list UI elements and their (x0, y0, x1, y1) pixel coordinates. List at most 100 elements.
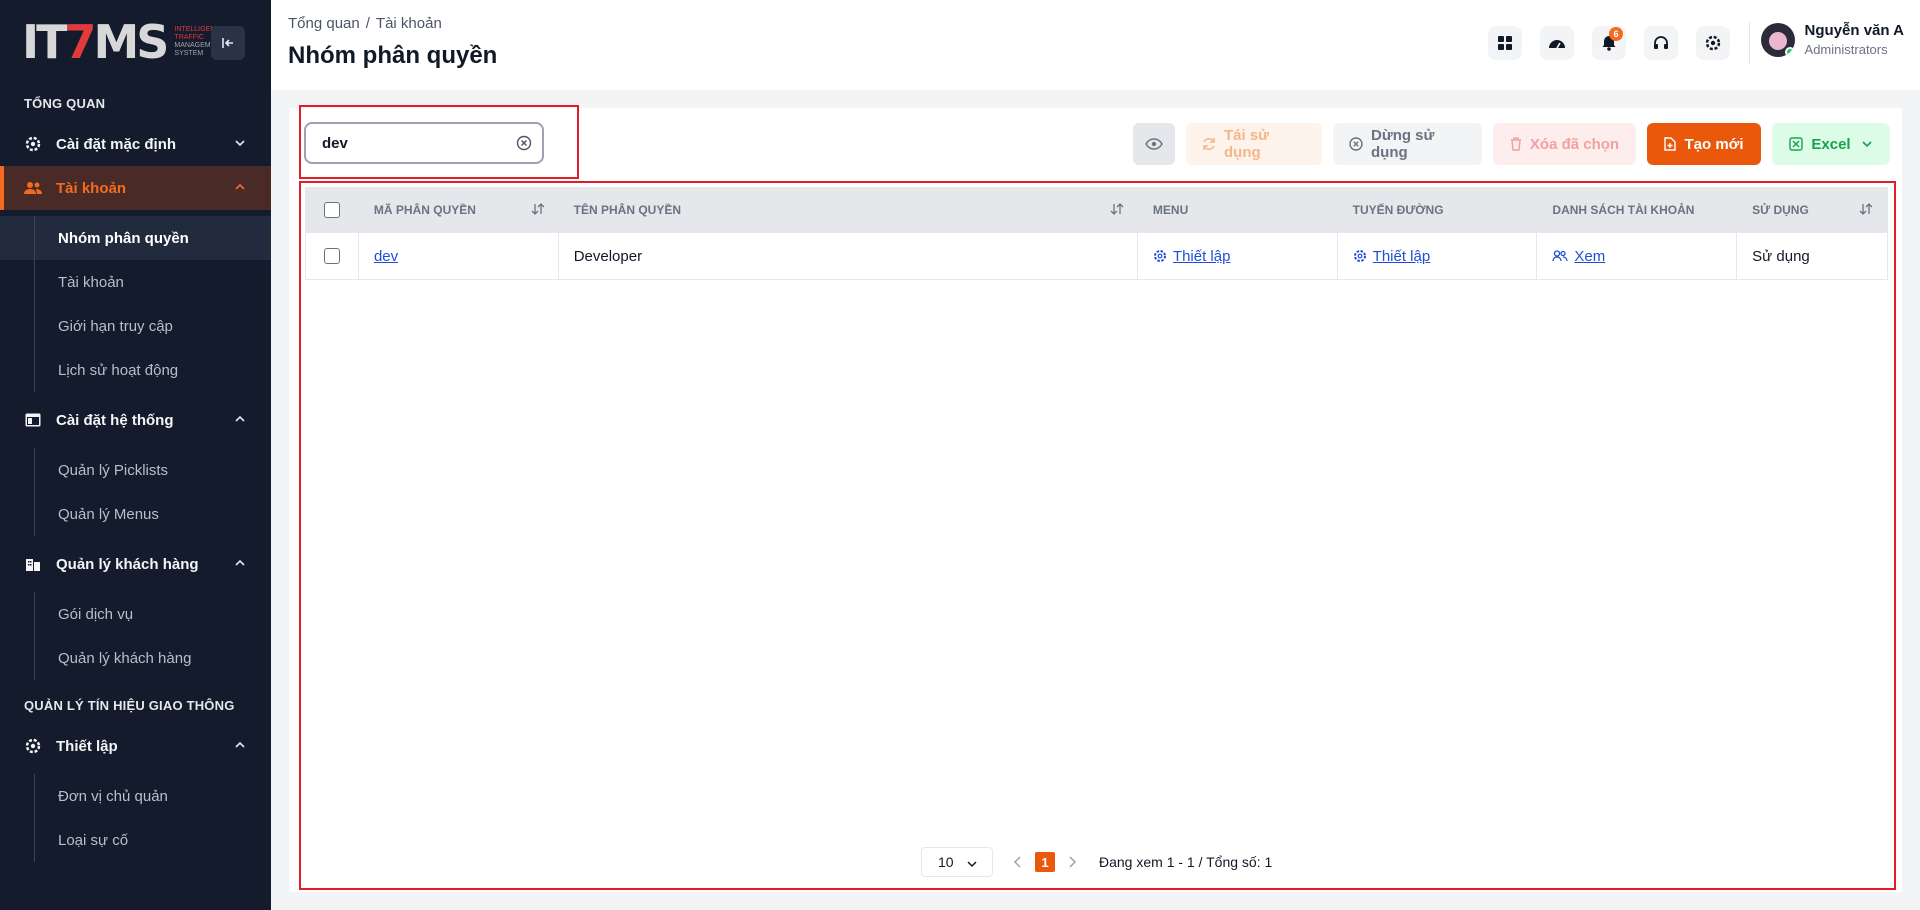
search-input[interactable] (322, 134, 502, 152)
collapse-sidebar-button[interactable] (211, 26, 245, 60)
col-header-account-list: DANH SÁCH TÀI KHOẢN (1552, 203, 1695, 217)
page-title: Nhóm phân quyền (288, 42, 498, 69)
chevron-up-icon (233, 180, 247, 198)
gear-icon (24, 737, 42, 755)
close-circle-icon (516, 135, 532, 151)
breadcrumb-item-overview[interactable]: Tổng quan (288, 15, 360, 32)
delete-selected-button[interactable]: Xóa đã chọn (1493, 123, 1636, 165)
gear-icon (1353, 249, 1367, 263)
notification-badge: 6 (1609, 27, 1623, 41)
stop-using-button[interactable]: Dừng sử dụng (1333, 123, 1482, 165)
delete-selected-label: Xóa đã chọn (1529, 135, 1620, 153)
sub-item-managing-units[interactable]: Đơn vị chủ quản (0, 774, 271, 818)
speedometer-icon (1549, 40, 1565, 49)
create-new-label: Tạo mới (1684, 135, 1744, 153)
clear-search-button[interactable] (516, 135, 532, 156)
next-page-button[interactable] (1067, 856, 1077, 868)
excel-export-button[interactable]: Excel (1772, 123, 1890, 165)
chevron-down-icon (1861, 138, 1873, 150)
logo-mark: IT7MS (22, 15, 169, 69)
chevron-down-icon (233, 136, 247, 154)
close-circle-icon (1349, 137, 1363, 151)
notifications-button[interactable]: 6 (1592, 26, 1626, 60)
cell-name: Developer (559, 233, 1138, 279)
breadcrumb-item-account[interactable]: Tài khoản (376, 15, 442, 32)
nav-default-settings[interactable]: Cài đặt mặc định (0, 122, 271, 166)
sub-item-picklists[interactable]: Quản lý Picklists (0, 448, 271, 492)
col-header-code[interactable]: MÃ PHÂN QUYỀN (359, 188, 559, 232)
page-size-select[interactable]: 10 (921, 847, 993, 877)
collapse-left-icon (222, 38, 233, 48)
sub-item-customers[interactable]: Quản lý khách hàng (0, 636, 271, 680)
nav-account[interactable]: Tài khoản (0, 166, 271, 210)
apps-button[interactable] (1488, 26, 1522, 60)
top-header: Tổng quan / Tài khoản Nhóm phân quyền 6 Ng… (271, 0, 1920, 90)
pagination-info: Đang xem 1 - 1 / Tổng số: 1 (1099, 854, 1273, 870)
itms-logo[interactable]: IT7MS INTELLIGENT TRAFFIC MANAGEMENT SYS… (22, 19, 225, 65)
row-select-cell (306, 233, 359, 279)
user-menu[interactable]: Nguyễn văn A Administrators (1760, 22, 1904, 57)
search-field[interactable] (304, 122, 544, 164)
reuse-button[interactable]: Tái sử dụng (1186, 123, 1322, 165)
system-submenu: Quản lý Picklists Quản lý Menus (0, 442, 271, 542)
view-button[interactable] (1133, 123, 1175, 165)
file-plus-icon (1664, 137, 1677, 151)
sub-item-menus[interactable]: Quản lý Menus (0, 492, 271, 536)
building-icon (24, 555, 42, 573)
page-number-current[interactable]: 1 (1035, 852, 1055, 872)
cell-menu: Thiết lập (1138, 233, 1338, 279)
window-icon (24, 411, 42, 429)
cell-route: Thiết lập (1338, 233, 1538, 279)
sub-item-incident-types[interactable]: Loại sự cố (0, 818, 271, 862)
col-header-usage[interactable]: SỬ DỤNG (1737, 188, 1887, 232)
dashboard-button[interactable] (1540, 26, 1574, 60)
nav-system-settings[interactable]: Cài đặt hệ thống (0, 398, 271, 442)
table-row: dev Developer Thiết lập Thiết lập Xem Sử… (306, 232, 1887, 279)
route-setup-link[interactable]: Thiết lập (1373, 248, 1431, 265)
support-button[interactable] (1644, 26, 1678, 60)
code-link[interactable]: dev (374, 248, 398, 265)
settings-button[interactable] (1696, 26, 1730, 60)
gear-icon (24, 135, 42, 153)
sort-icon[interactable] (531, 203, 545, 218)
chevron-down-icon (966, 857, 978, 873)
nav-customer-management[interactable]: Quản lý khách hàng (0, 542, 271, 586)
col-header-name[interactable]: TÊN PHÂN QUYỀN (559, 188, 1138, 232)
view-accounts-link[interactable]: Xem (1574, 248, 1605, 265)
refresh-icon (1202, 137, 1216, 151)
permission-groups-table: MÃ PHÂN QUYỀN TÊN PHÂN QUYỀN MENU TUYẾN … (305, 187, 1888, 280)
col-header-menu: MENU (1152, 203, 1189, 217)
sort-icon[interactable] (1859, 203, 1873, 218)
avatar (1760, 22, 1795, 57)
sub-item-permission-groups[interactable]: Nhóm phân quyền (0, 216, 271, 260)
cell-account-list: Xem (1537, 233, 1738, 279)
chevron-up-icon (233, 556, 247, 574)
user-name: Nguyễn văn A (1804, 22, 1904, 39)
page-size-value: 10 (938, 854, 954, 870)
nav-label: Quản lý khách hàng (56, 555, 199, 573)
row-checkbox[interactable] (323, 248, 340, 264)
trash-icon (1510, 137, 1522, 151)
logo-row: IT7MS INTELLIGENT TRAFFIC MANAGEMENT SYS… (0, 0, 271, 84)
sort-icon[interactable] (1110, 203, 1124, 218)
breadcrumb-separator: / (365, 15, 370, 32)
menu-setup-link[interactable]: Thiết lập (1173, 248, 1231, 265)
header-divider (1749, 22, 1750, 64)
sub-item-activity-history[interactable]: Lịch sử hoạt động (0, 348, 271, 392)
nav-label: Cài đặt mặc định (56, 135, 177, 153)
sub-item-access-limits[interactable]: Giới hạn truy cập (0, 304, 271, 348)
chevron-right-icon (1069, 856, 1077, 868)
table-highlight-box (299, 181, 1896, 890)
section-title-overview: TỔNG QUAN (24, 95, 106, 111)
chevron-left-icon (1013, 856, 1021, 868)
prev-page-button[interactable] (1013, 856, 1023, 868)
account-submenu: Nhóm phân quyền Tài khoản Giới hạn truy … (0, 210, 271, 398)
create-new-button[interactable]: Tạo mới (1647, 123, 1761, 165)
select-all-checkbox[interactable] (324, 202, 341, 218)
nav-setup[interactable]: Thiết lập (0, 724, 271, 768)
grid-icon (1498, 36, 1512, 50)
sub-item-accounts[interactable]: Tài khoản (0, 260, 271, 304)
sub-item-service-packages[interactable]: Gói dịch vụ (0, 592, 271, 636)
gear-icon (1153, 249, 1167, 263)
nav-label: Thiết lập (56, 737, 118, 755)
